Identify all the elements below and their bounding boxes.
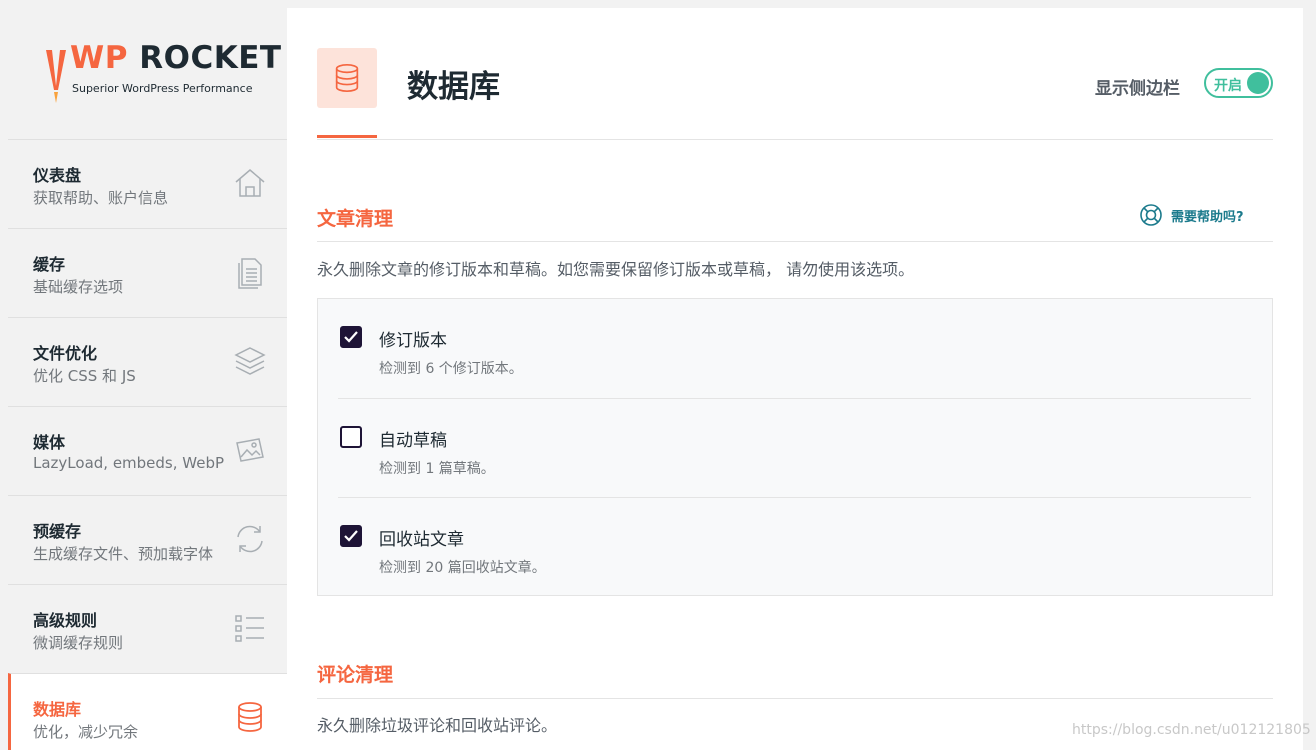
sidebar-item-subtitle: 生成缓存文件、预加载字体 — [33, 545, 214, 563]
sidebar-item-title: 缓存 — [33, 255, 66, 274]
sidebar-item-preload[interactable]: 预缓存 生成缓存文件、预加载字体 — [8, 495, 287, 584]
help-link-label: 需要帮助吗? — [1171, 209, 1244, 225]
toggle-knob — [1247, 72, 1269, 94]
document-icon — [238, 258, 262, 289]
help-link[interactable]: 需要帮助吗? — [1139, 202, 1244, 228]
toggle-state-label: 开启 — [1214, 78, 1242, 94]
section-divider — [317, 241, 1273, 242]
header-divider — [317, 139, 1273, 140]
option-detail: 检测到 20 篇回收站文章。 — [379, 560, 546, 576]
rocket-icon — [46, 50, 66, 103]
auto-drafts-checkbox[interactable] — [340, 426, 362, 448]
sidebar-item-title: 媒体 — [33, 433, 66, 452]
main-panel: 数据库 显示侧边栏 开启 文章清理 需要帮助吗? 永久删除文章的修订版本和草稿。… — [287, 8, 1303, 750]
revisions-checkbox[interactable] — [340, 326, 362, 348]
layers-icon — [234, 347, 266, 375]
sidebar-item-database[interactable]: 数据库 优化，减少冗余 — [8, 673, 287, 750]
section-description-posts: 永久删除文章的修订版本和草稿。如您需要保留修订版本或草稿， 请勿使用该选项。 — [317, 260, 915, 279]
post-cleanup-options: 修订版本 检测到 6 个修订版本。 自动草稿 检测到 1 篇草稿。 回收站文章 … — [317, 298, 1273, 596]
option-detail: 检测到 1 篇草稿。 — [379, 461, 495, 477]
sidebar-item-title: 预缓存 — [33, 522, 82, 541]
sidebar-item-advanced-rules[interactable]: 高级规则 微调缓存规则 — [8, 584, 287, 673]
refresh-icon — [237, 525, 263, 553]
sidebar-item-title: 数据库 — [33, 700, 82, 719]
header-underline — [317, 135, 377, 138]
logo: WP ROCKET Superior WordPress Performance — [8, 8, 287, 139]
watermark: https://blog.csdn.net/u012121805 — [1072, 722, 1311, 738]
sidebar-item-subtitle: 获取帮助、账户信息 — [33, 189, 169, 207]
sidebar-item-subtitle: 微调缓存规则 — [33, 634, 124, 652]
checkmark-icon — [344, 530, 358, 542]
home-icon — [235, 169, 265, 197]
section-title-posts: 文章清理 — [317, 208, 394, 230]
trashed-posts-checkbox[interactable] — [340, 525, 362, 547]
section-divider — [317, 698, 1273, 699]
sidebar-toggle[interactable]: 开启 — [1204, 68, 1273, 98]
option-detail: 检测到 6 个修订版本。 — [379, 361, 523, 377]
sidebar-item-file-optimization[interactable]: 文件优化 优化 CSS 和 JS — [8, 317, 287, 406]
header-icon-box — [317, 48, 377, 108]
checklist-icon — [235, 615, 264, 642]
logo-wp: WP — [70, 40, 128, 76]
sidebar-item-title: 高级规则 — [33, 611, 98, 630]
images-icon — [236, 438, 264, 462]
logo-wordmark: WP ROCKET — [70, 40, 282, 76]
option-trashed-posts: 回收站文章 检测到 20 篇回收站文章。 — [338, 497, 1251, 596]
sidebar-item-cache[interactable]: 缓存 基础缓存选项 — [8, 228, 287, 317]
sidebar-item-subtitle: 基础缓存选项 — [33, 278, 124, 296]
option-revisions: 修订版本 检测到 6 个修订版本。 — [338, 299, 1251, 398]
sidebar-item-subtitle: LazyLoad, embeds, WebP — [33, 454, 225, 472]
database-icon — [238, 702, 262, 732]
sidebar-item-subtitle: 优化，减少冗余 — [33, 723, 139, 741]
page-title: 数据库 — [407, 69, 500, 105]
logo-tagline: Superior WordPress Performance — [72, 82, 253, 95]
sidebar-item-media[interactable]: 媒体 LazyLoad, embeds, WebP — [8, 406, 287, 495]
sidebar-item-title: 文件优化 — [33, 344, 98, 363]
option-auto-drafts: 自动草稿 检测到 1 篇草稿。 — [338, 398, 1251, 497]
checkmark-icon — [344, 331, 358, 343]
logo-rocket: ROCKET — [139, 40, 282, 76]
sidebar-item-dashboard[interactable]: 仪表盘 获取帮助、账户信息 — [8, 139, 287, 228]
sidebar: WP ROCKET Superior WordPress Performance… — [8, 8, 287, 750]
database-icon — [335, 63, 359, 92]
section-title-comments: 评论清理 — [317, 664, 394, 686]
sidebar-item-title: 仪表盘 — [33, 166, 82, 185]
lifebuoy-icon — [1140, 204, 1162, 226]
sidebar-toggle-label: 显示侧边栏 — [1095, 79, 1180, 99]
section-description-comments: 永久删除垃圾评论和回收站评论。 — [317, 716, 558, 735]
option-label: 修订版本 — [379, 331, 447, 351]
sidebar-item-subtitle: 优化 CSS 和 JS — [33, 367, 136, 385]
app-window: WP ROCKET Superior WordPress Performance… — [0, 0, 1316, 750]
option-label: 回收站文章 — [379, 530, 464, 550]
option-label: 自动草稿 — [379, 431, 447, 451]
